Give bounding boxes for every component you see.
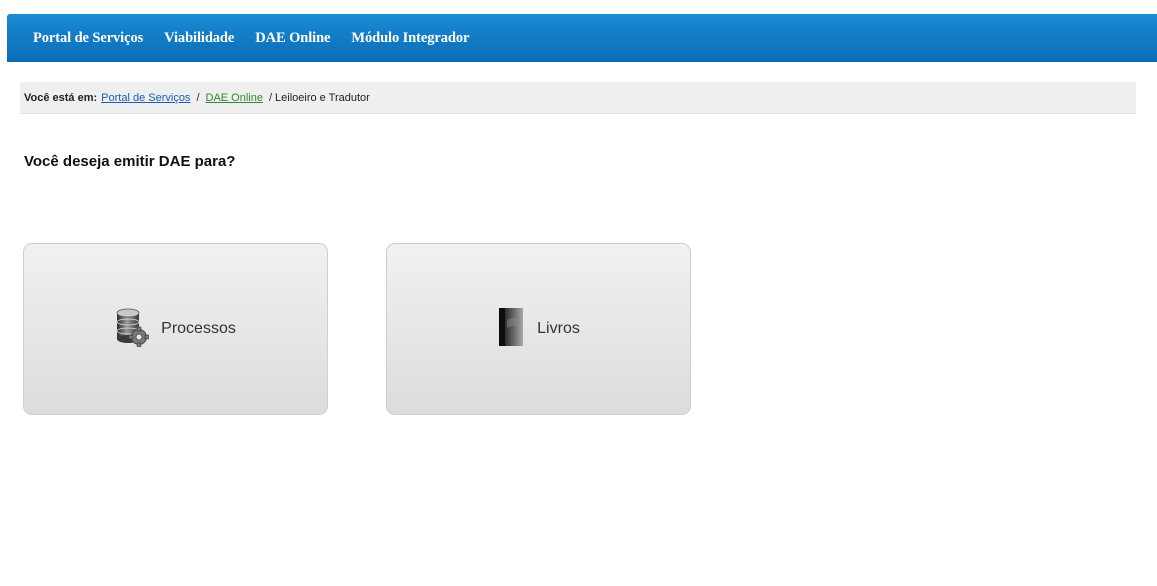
breadcrumb-current: Leiloeiro e Tradutor [275,91,370,104]
breadcrumb-link-portal[interactable]: Portal de Serviços [101,92,190,104]
livros-label: Livros [537,320,580,337]
top-navigation: Portal de Serviços Viabilidade DAE Onlin… [7,14,1157,62]
book-icon [497,306,525,353]
breadcrumb: Você está em: Portal de Serviços / DAE O… [20,82,1136,114]
nav-dae-online[interactable]: DAE Online [255,30,330,47]
page-question: Você deseja emitir DAE para? [24,153,236,170]
nav-portal-de-servicos[interactable]: Portal de Serviços [33,30,143,47]
processos-label: Processos [161,320,236,337]
breadcrumb-separator: / [268,91,273,104]
nav-modulo-integrador[interactable]: Módulo Integrador [351,30,469,47]
nav-viabilidade[interactable]: Viabilidade [164,30,234,47]
processos-button[interactable]: Processos [23,243,328,415]
livros-button[interactable]: Livros [386,243,691,415]
breadcrumb-link-dae-online[interactable]: DAE Online [206,92,263,104]
breadcrumb-lead: Você está em: [24,91,98,104]
breadcrumb-separator: / [196,91,200,104]
database-gear-icon [115,307,150,352]
